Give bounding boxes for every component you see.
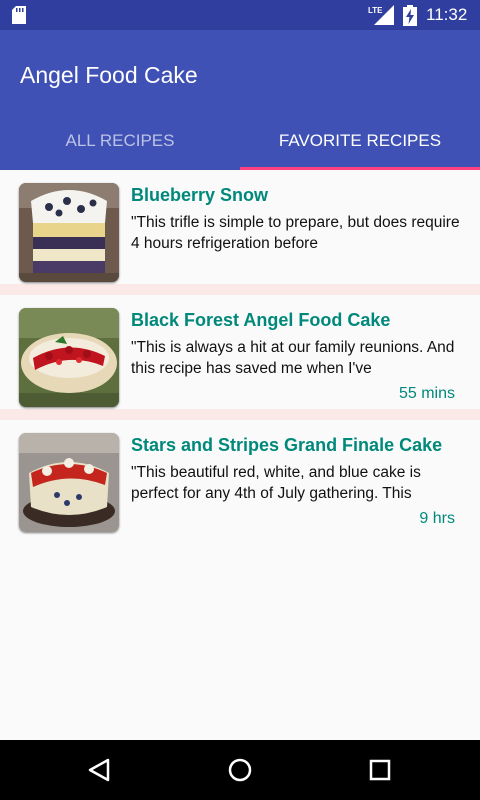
tab-favorite-recipes[interactable]: FAVORITE RECIPES [240,112,480,170]
recipe-title: Black Forest Angel Food Cake [131,310,391,330]
recipe-title: Stars and Stripes Grand Finale Cake [131,435,443,455]
tab-all-recipes[interactable]: ALL RECIPES [0,112,240,170]
tab-favorite-recipes-label: FAVORITE RECIPES [278,131,442,150]
navigation-bar [0,740,480,800]
status-clock: 11:32 [426,5,468,24]
list-item[interactable]: Black Forest Angel Food Cake "This is al… [0,295,480,409]
home-icon[interactable] [225,755,255,785]
recipe-list: Blueberry Snow "This trifle is simple to… [0,170,480,534]
battery-charging-icon [403,5,417,26]
recipe-thumbnail [19,433,119,532]
svg-text:LTE: LTE [368,6,383,15]
lte-signal-icon: LTE [368,5,394,25]
recipe-description: "This trifle is simple to prepare, but d… [131,214,460,252]
app-title: Angel Food Cake [20,62,198,88]
recipe-time: 9 hrs [419,510,455,527]
tab-bar: ALL RECIPES FAVORITE RECIPES [0,112,480,170]
recipe-time: 55 mins [398,385,455,402]
divider [0,409,480,420]
recipe-description: "This is always a hit at our family reun… [131,339,455,377]
divider [0,284,480,295]
recipe-thumbnail [19,308,119,407]
app-bar: Angel Food Cake ALL RECIPES FAVORITE REC… [0,30,480,170]
list-item[interactable]: Stars and Stripes Grand Finale Cake "Thi… [0,420,480,534]
list-item[interactable]: Blueberry Snow "This trifle is simple to… [0,170,480,284]
recipe-description: "This beautiful red, white, and blue cak… [131,464,421,502]
back-icon[interactable] [84,755,114,785]
sd-card-icon [12,6,26,24]
recipe-thumbnail [19,183,119,282]
recipe-title: Blueberry Snow [131,185,269,205]
tab-all-recipes-label: ALL RECIPES [65,131,175,150]
recents-icon[interactable] [365,755,395,785]
status-bar: LTE 11:32 [0,0,480,30]
